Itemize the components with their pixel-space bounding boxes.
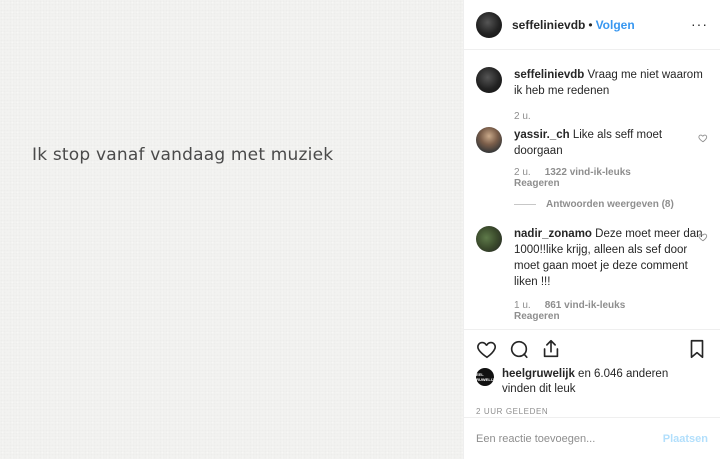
comment-likes-count[interactable]: 1322 vind-ik-leuks	[545, 167, 631, 178]
comment-body: nadir_zonamo Deze moet meer dan 1000!!li…	[514, 226, 708, 290]
share-icon[interactable]	[540, 338, 562, 360]
header-separator: •	[588, 17, 593, 32]
likes-suffix-text: vinden dit leuk	[502, 383, 576, 395]
like-heart-icon[interactable]	[476, 338, 498, 360]
follow-button[interactable]: Volgen	[596, 18, 635, 32]
post-header: seffelinievdb • Volgen ···	[464, 0, 720, 50]
comments-list[interactable]: seffelinievdb Vraag me niet waarom ik he…	[464, 50, 720, 329]
likes-summary: HEEL GRUWELIJK heelgruwelijk en 6.046 an…	[464, 367, 720, 397]
comment-username[interactable]: yassir._ch	[514, 129, 570, 141]
likes-text: heelgruwelijk en 6.046 anderen vinden di…	[502, 367, 668, 397]
more-options-icon[interactable]: ···	[691, 16, 708, 32]
comment-input[interactable]	[476, 432, 663, 445]
likes-others-text[interactable]: en 6.046 anderen	[575, 368, 668, 380]
post-image-text: Ik stop vanaf vandaag met muziek	[32, 145, 334, 165]
post-image[interactable]: Ik stop vanaf vandaag met muziek	[0, 0, 463, 459]
bookmark-icon[interactable]	[686, 338, 708, 360]
comment-item: yassir._ch Like als seff moet doorgaan 2…	[476, 127, 708, 210]
comment-bubble-icon[interactable]	[508, 338, 530, 360]
caption-time[interactable]: 2 u.	[514, 111, 531, 122]
comment-item: nadir_zonamo Deze moet meer dan 1000!!li…	[476, 226, 708, 322]
caption-meta: 2 u.	[514, 111, 708, 122]
caption-avatar[interactable]	[476, 67, 502, 93]
like-comment-heart-icon[interactable]	[698, 133, 708, 143]
caption-body: seffelinievdb Vraag me niet waarom ik he…	[514, 67, 708, 99]
view-replies-line	[514, 204, 536, 205]
comment-body: yassir._ch Like als seff moet doorgaan	[514, 127, 708, 159]
reply-button[interactable]: Reageren	[514, 178, 708, 189]
comment-likes-count[interactable]: 861 vind-ik-leuks	[545, 300, 626, 311]
liker-username[interactable]: heelgruwelijk	[502, 368, 575, 380]
comment-meta: 1 u. 861 vind-ik-leuks	[514, 300, 708, 311]
post-timestamp[interactable]: 2 UUR GELEDEN	[464, 397, 720, 416]
comment-username[interactable]: nadir_zonamo	[514, 228, 592, 240]
add-comment-bar: Plaatsen	[464, 417, 720, 459]
caption-comment: seffelinievdb Vraag me niet waarom ik he…	[476, 67, 708, 122]
view-replies-label[interactable]: Antwoorden weergeven (8)	[546, 199, 674, 210]
author-username[interactable]: seffelinievdb	[512, 18, 585, 32]
comment-avatar[interactable]	[476, 127, 502, 153]
reply-button[interactable]: Reageren	[514, 311, 708, 322]
post-side-panel: seffelinievdb • Volgen ··· seffelinievdb…	[463, 0, 720, 459]
post-comment-button[interactable]: Plaatsen	[663, 433, 708, 445]
comment-meta: 2 u. 1322 vind-ik-leuks	[514, 167, 708, 178]
view-replies-button[interactable]: Antwoorden weergeven (8)	[514, 199, 708, 210]
like-comment-heart-icon[interactable]	[698, 232, 708, 242]
comment-time[interactable]: 1 u.	[514, 300, 531, 311]
caption-username[interactable]: seffelinievdb	[514, 69, 584, 81]
author-avatar[interactable]	[476, 11, 502, 38]
comment-time[interactable]: 2 u.	[514, 167, 531, 178]
comment-avatar[interactable]	[476, 226, 502, 252]
instagram-post-view: Ik stop vanaf vandaag met muziek seffeli…	[0, 0, 720, 459]
liker-avatar[interactable]: HEEL GRUWELIJK	[473, 368, 497, 386]
post-actions-bar	[464, 329, 720, 367]
